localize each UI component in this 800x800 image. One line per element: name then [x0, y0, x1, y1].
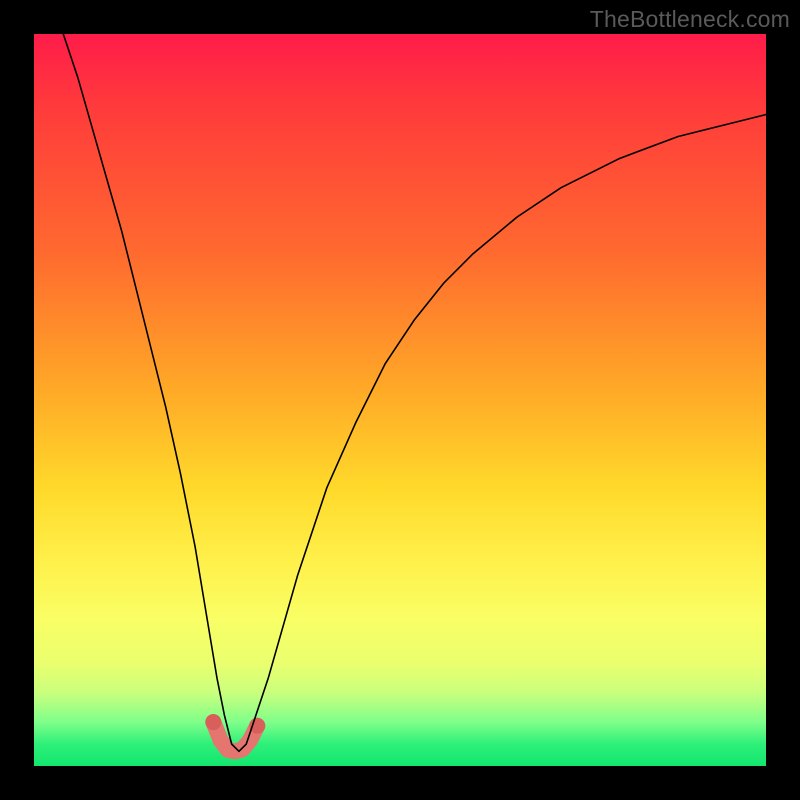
watermark-text: TheBottleneck.com: [590, 6, 790, 33]
plot-area: [34, 34, 766, 766]
bottleneck-curve: [63, 34, 766, 751]
chart-frame: TheBottleneck.com: [0, 0, 800, 800]
chart-svg: [34, 34, 766, 766]
trough-dot-left: [205, 714, 221, 730]
